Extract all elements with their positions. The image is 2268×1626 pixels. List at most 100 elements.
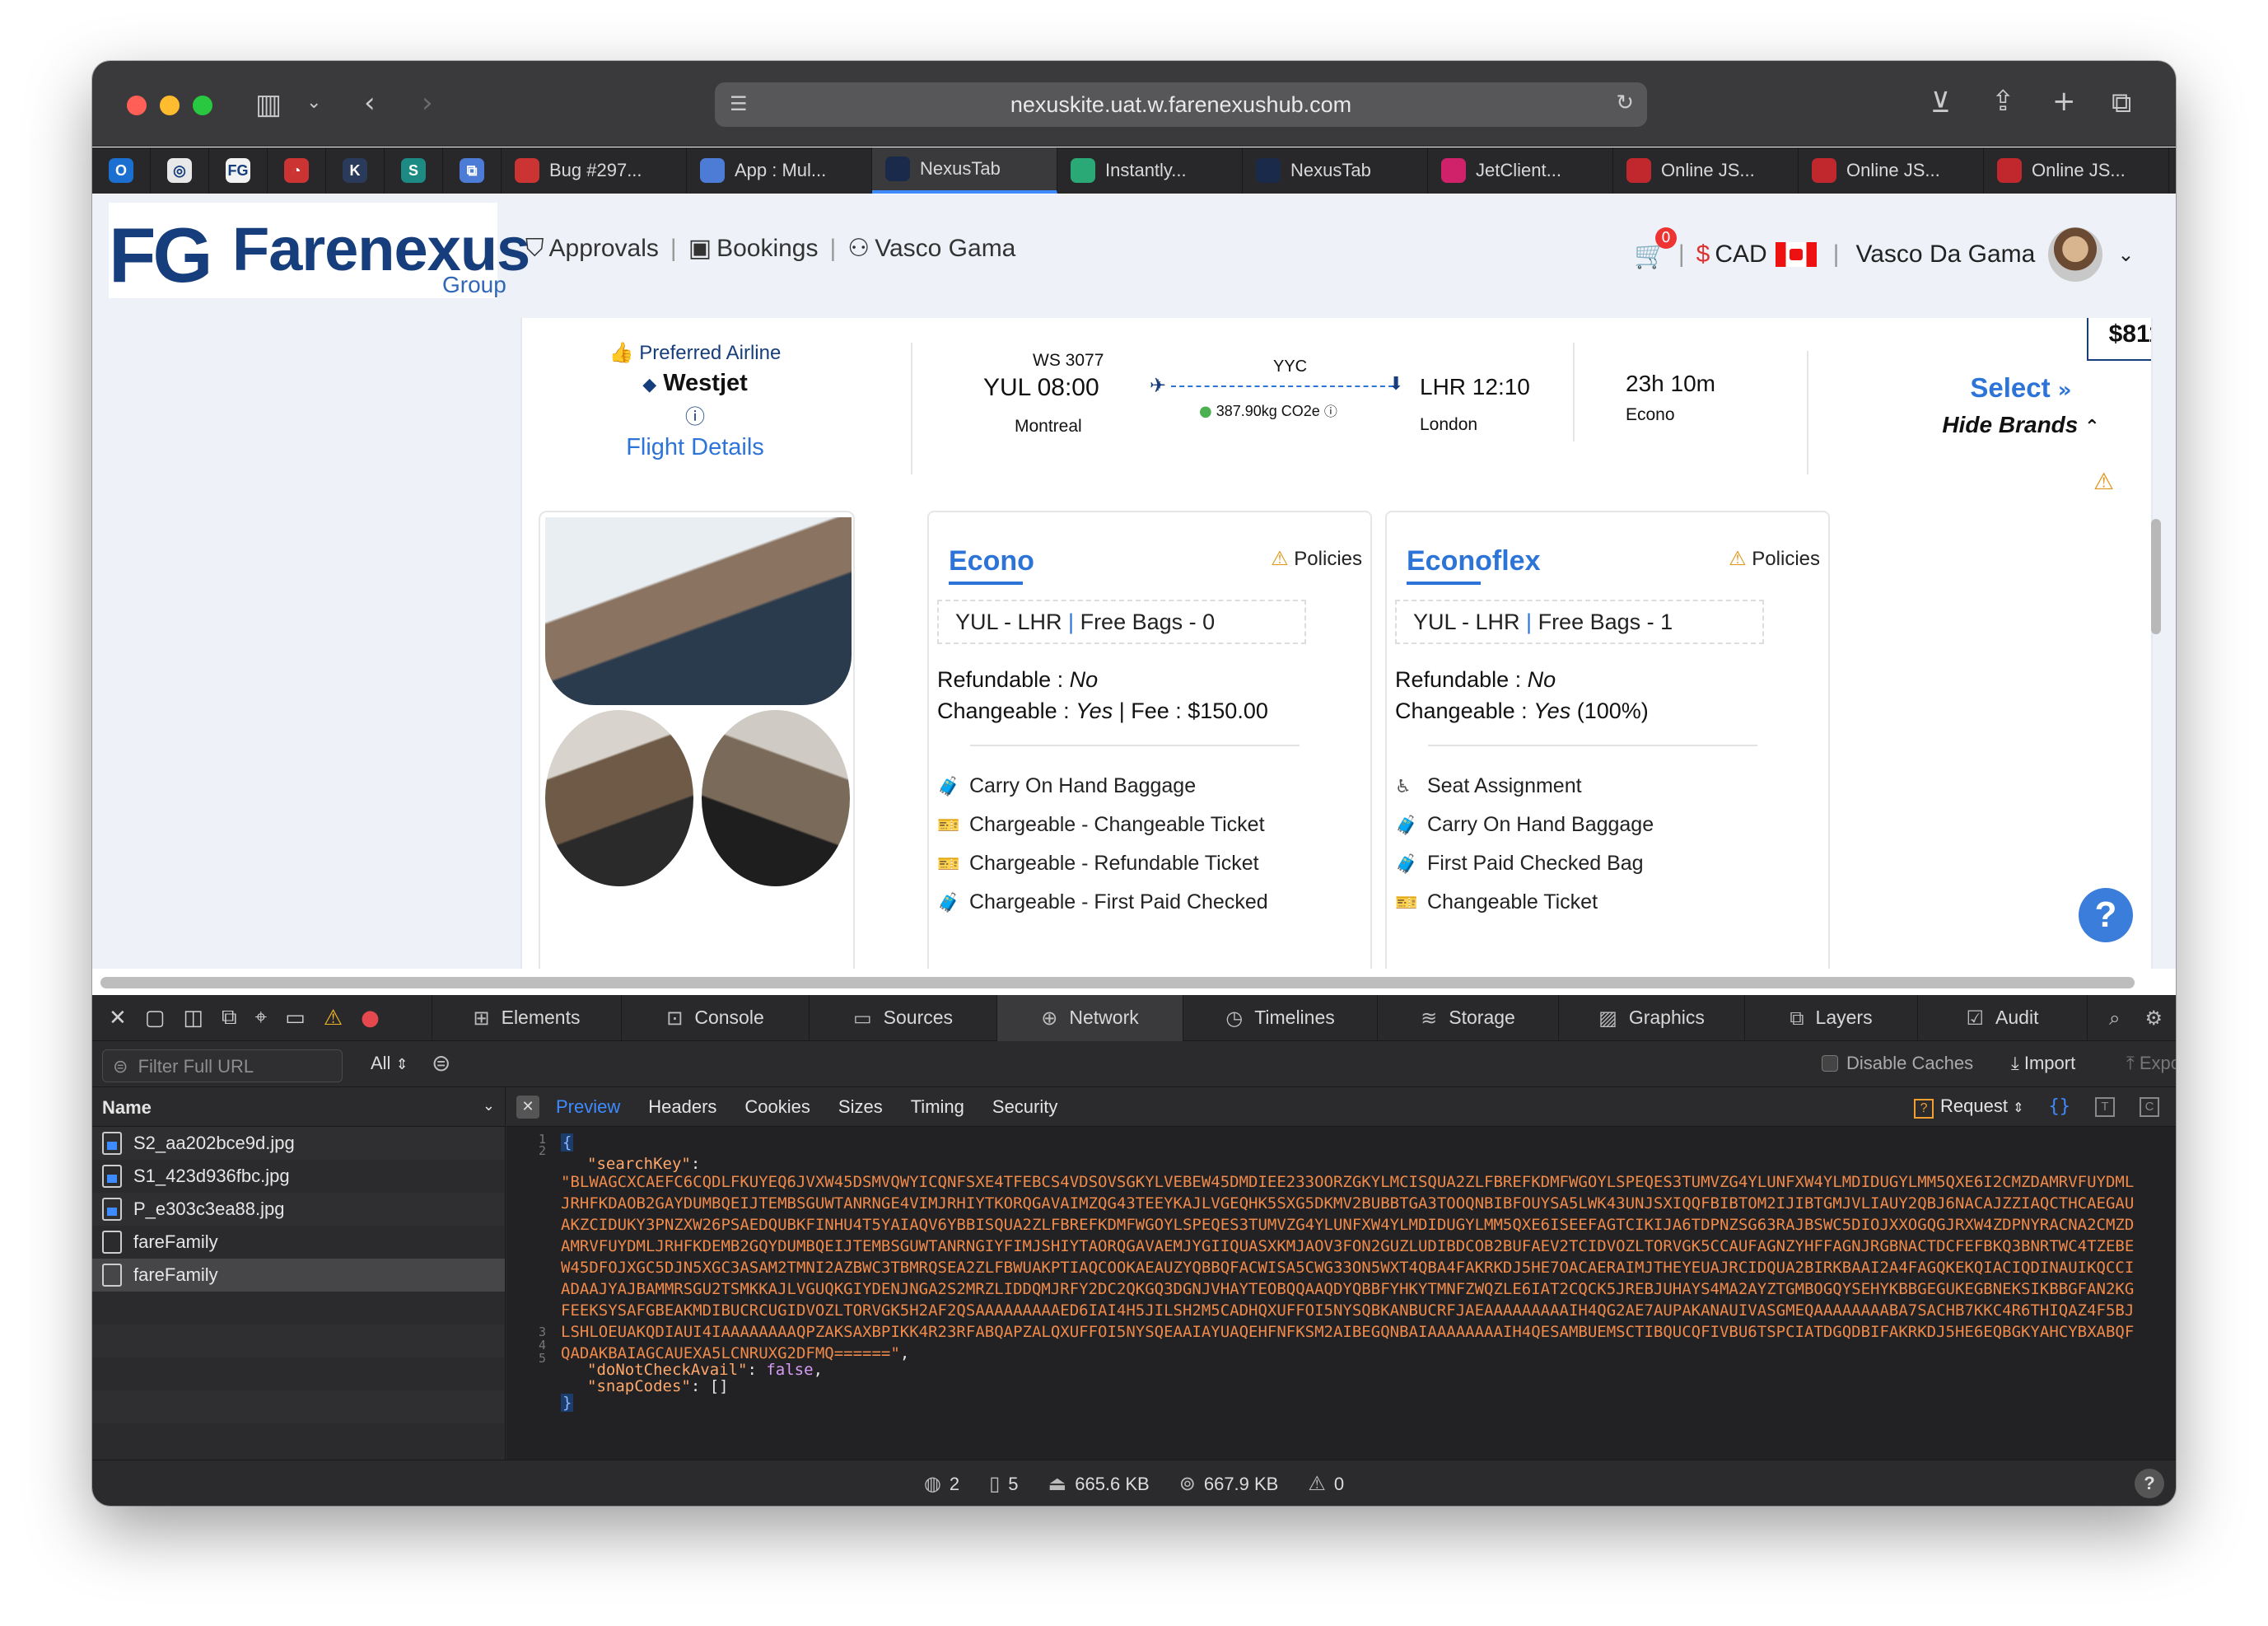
- page-scrollbar[interactable]: [2151, 519, 2161, 634]
- inspector-tab-console[interactable]: ⊡ Console: [621, 994, 809, 1041]
- nav-approvals[interactable]: Approvals: [549, 235, 659, 263]
- select-area: Select » Hide Brands ⌃: [1922, 372, 2120, 438]
- timelines-icon: ◷: [1225, 1006, 1244, 1030]
- detail-tab-preview[interactable]: Preview: [556, 1096, 620, 1118]
- import-button[interactable]: ⤓ Import: [2011, 1053, 2075, 1074]
- address-bar[interactable]: ☰ nexuskite.uat.w.farenexushub.com ↻: [715, 82, 1647, 127]
- browser-tab[interactable]: NexusTab: [872, 147, 1057, 194]
- page-menu-icon[interactable]: ☰: [730, 92, 748, 115]
- browser-tab[interactable]: Online JS...: [1799, 147, 1984, 194]
- inspector-tab-timelines[interactable]: ◷ Timelines: [1183, 994, 1377, 1041]
- disable-caches-toggle[interactable]: Disable Caches: [1822, 1053, 1973, 1074]
- disable-caches-checkbox[interactable]: [1822, 1055, 1838, 1072]
- pinned-tab[interactable]: O: [92, 147, 151, 194]
- help-button[interactable]: ?: [2079, 888, 2133, 942]
- policies-link[interactable]: ⚠ Policies: [1271, 547, 1362, 571]
- zoom-window-button[interactable]: [193, 96, 212, 115]
- share-icon[interactable]: ⇪: [1991, 87, 2015, 115]
- filter-options-icon[interactable]: ⊜: [432, 1049, 450, 1077]
- info-icon[interactable]: ⓘ: [572, 400, 819, 429]
- back-icon[interactable]: ‹: [364, 89, 376, 117]
- gear-icon[interactable]: ⚙: [2144, 1007, 2163, 1030]
- json-view-icon[interactable]: {}: [2049, 1096, 2071, 1117]
- browser-tab[interactable]: NexusTab: [1243, 147, 1428, 194]
- help-icon[interactable]: ?: [2135, 1469, 2164, 1498]
- download-icon[interactable]: ⊻: [1930, 89, 1951, 117]
- table-row[interactable]: fareFamily: [92, 1259, 505, 1292]
- pinned-tab[interactable]: K: [326, 147, 385, 194]
- flight-details-link[interactable]: Flight Details: [572, 434, 819, 461]
- crosshair-icon[interactable]: ⌖: [255, 1005, 268, 1030]
- minimize-window-button[interactable]: [160, 96, 180, 115]
- chevron-down-icon[interactable]: ⌄: [483, 1097, 495, 1114]
- select-button[interactable]: Select »: [1922, 372, 2120, 404]
- close-window-button[interactable]: [127, 96, 147, 115]
- export-button[interactable]: ⤒ Export: [2126, 1053, 2176, 1074]
- browser-tab[interactable]: Instantly...: [1057, 147, 1243, 194]
- chevron-down-icon[interactable]: ⌄: [306, 94, 321, 112]
- table-row[interactable]: S1_423d936fbc.jpg: [92, 1160, 505, 1193]
- table-row[interactable]: P_e303c3ea88.jpg: [92, 1193, 505, 1226]
- detach-icon[interactable]: ⧉: [222, 1005, 237, 1030]
- detail-tab-sizes[interactable]: Sizes: [838, 1096, 883, 1118]
- device-icon[interactable]: ▭: [285, 1006, 306, 1030]
- nav-traveler[interactable]: Vasco Gama: [875, 235, 1015, 263]
- detail-tab-cookies[interactable]: Cookies: [744, 1096, 810, 1118]
- reload-icon[interactable]: ↻: [1616, 91, 1634, 115]
- horizontal-scrollbar[interactable]: [100, 977, 2135, 988]
- close-detail-icon[interactable]: ✕: [516, 1095, 539, 1119]
- warning-icon[interactable]: ⚠: [2093, 468, 2114, 495]
- pinned-tab[interactable]: FG: [209, 147, 268, 194]
- chevron-down-icon[interactable]: ⌄: [2117, 243, 2134, 266]
- copy-view-icon[interactable]: C: [2140, 1096, 2159, 1117]
- policies-link[interactable]: ⚠ Policies: [1729, 547, 1820, 571]
- error-icon[interactable]: ●: [361, 1006, 380, 1030]
- browser-tab[interactable]: JetClient...: [1428, 147, 1613, 194]
- inspector-tab-elements[interactable]: ⊞ Elements: [432, 994, 621, 1041]
- text-view-icon[interactable]: T: [2095, 1096, 2115, 1117]
- inspector-tab-sources[interactable]: ▭ Sources: [809, 994, 996, 1041]
- inspector-tab-graphics[interactable]: ▨ Graphics: [1558, 994, 1744, 1041]
- detail-tab-security[interactable]: Security: [992, 1096, 1057, 1118]
- user-name[interactable]: Vasco Da Gama: [1855, 241, 2035, 269]
- detail-tab-headers[interactable]: Headers: [648, 1096, 716, 1118]
- forward-icon[interactable]: ›: [422, 89, 433, 117]
- filter-url-input[interactable]: ⊜ Filter Full URL: [102, 1049, 343, 1082]
- info-icon[interactable]: ⓘ: [1324, 404, 1337, 419]
- dock-side-icon[interactable]: ◫: [183, 1006, 203, 1030]
- brand-card-econoflex[interactable]: Econoflex ⚠ Policies YUL - LHR | Free Bags…: [1385, 511, 1830, 969]
- request-select[interactable]: ? Request ⇕: [1914, 1096, 2024, 1119]
- inspector-tab-audit[interactable]: ☑ Audit: [1917, 994, 2087, 1041]
- currency-selector[interactable]: CAD: [1715, 241, 1766, 269]
- new-tab-icon[interactable]: +: [2052, 87, 2076, 115]
- feature-label: First Paid Checked Bag: [1426, 852, 1644, 875]
- search-icon[interactable]: ⌕: [2109, 1007, 2120, 1030]
- warning-icon[interactable]: ⚠: [324, 1006, 343, 1030]
- table-row[interactable]: S2_aa202bce9d.jpg: [92, 1127, 505, 1160]
- inspector-tab-layers[interactable]: ⧉ Layers: [1744, 994, 1917, 1041]
- browser-tab[interactable]: Online JS...: [1613, 147, 1799, 194]
- tab-overview-icon[interactable]: ⧉: [2112, 89, 2131, 117]
- inspector-tab-storage[interactable]: ≋ Storage: [1377, 994, 1558, 1041]
- detail-tab-timing[interactable]: Timing: [911, 1096, 964, 1118]
- inspector-tab-network[interactable]: ⊕ Network: [996, 994, 1183, 1041]
- browser-tab[interactable]: Bug #297...: [502, 147, 687, 194]
- nav-bookings[interactable]: Bookings: [716, 235, 818, 263]
- farenexus-logo[interactable]: FG Farenexus Group: [109, 203, 530, 298]
- brand-card-econo[interactable]: Econo ⚠ Policies YUL - LHR | Free Bags - 0…: [927, 511, 1372, 969]
- type-filter-select[interactable]: All ⇕: [371, 1053, 408, 1074]
- browser-tab[interactable]: Online JS...: [1984, 147, 2169, 194]
- pinned-tab[interactable]: ⧉: [443, 147, 502, 194]
- table-row[interactable]: fareFamily: [92, 1226, 505, 1259]
- close-icon[interactable]: ✕: [109, 1006, 127, 1030]
- pinned-tab[interactable]: ◎: [151, 147, 209, 194]
- cart-icon[interactable]: 🛒 0: [1634, 227, 1677, 270]
- pinned-tab[interactable]: S: [385, 147, 443, 194]
- name-column-header[interactable]: Name ⌄: [92, 1087, 505, 1127]
- avatar[interactable]: [2048, 227, 2103, 282]
- dock-bottom-icon[interactable]: ▢: [145, 1006, 166, 1030]
- pinned-tab[interactable]: ◔: [268, 147, 326, 194]
- browser-tab[interactable]: App : Mul...: [687, 147, 872, 194]
- hide-brands-toggle[interactable]: Hide Brands ⌃: [1922, 412, 2120, 438]
- sidebar-icon[interactable]: ▥: [255, 91, 282, 119]
